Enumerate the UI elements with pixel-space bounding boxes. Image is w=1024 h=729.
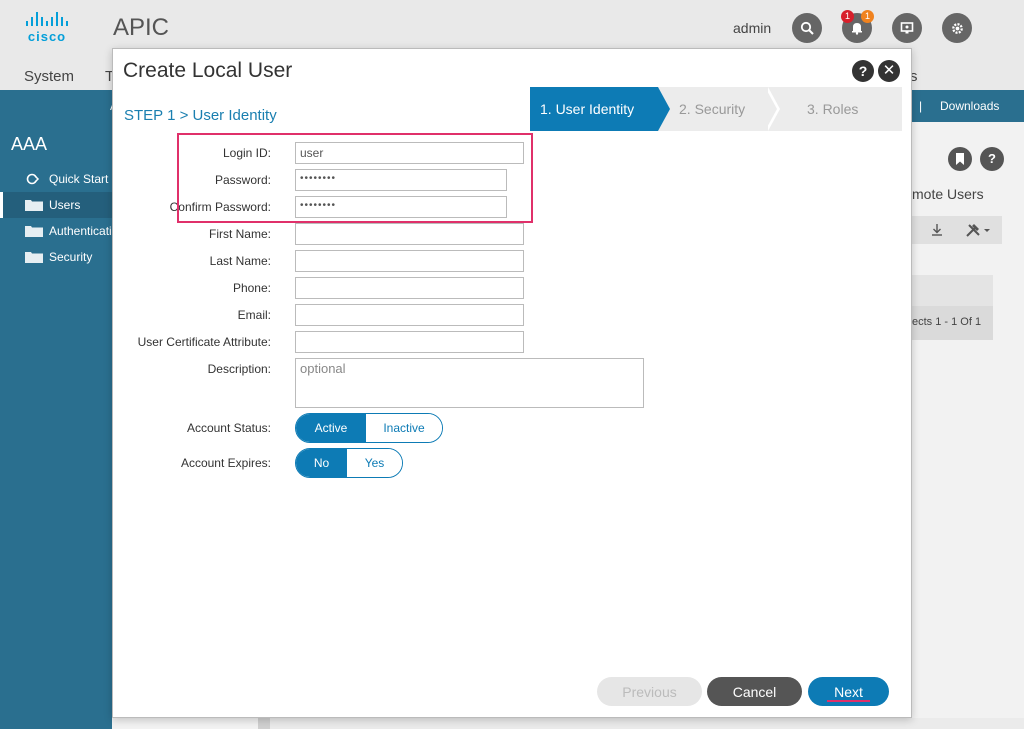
monitor-icon xyxy=(900,22,914,34)
warning-alert-badge: 1 xyxy=(861,10,874,23)
last-name-label: Last Name: xyxy=(209,254,271,268)
first-name-label: First Name: xyxy=(208,227,271,241)
account-expires-no[interactable]: No xyxy=(296,449,347,477)
cancel-button[interactable]: Cancel xyxy=(707,677,802,706)
cisco-logo-bars xyxy=(20,12,74,26)
wizard-step-arrow xyxy=(658,87,670,131)
app-title: APIC xyxy=(113,14,170,41)
email-label: Email: xyxy=(237,308,271,322)
step-label: STEP 1 > User Identity xyxy=(124,107,277,124)
account-expires-row: Account Expires: No Yes xyxy=(113,448,893,478)
previous-button[interactable]: Previous xyxy=(597,677,702,706)
wizard-steps: 1. User Identity 2. Security 3. Roles xyxy=(530,87,902,131)
sidebar-item-label: Security xyxy=(49,250,93,264)
tools-icon[interactable] xyxy=(965,222,991,238)
first-name-input[interactable] xyxy=(295,223,524,245)
cisco-logo-text: cisco xyxy=(27,29,67,44)
account-status-inactive[interactable]: Inactive xyxy=(366,414,442,442)
quickstart-icon xyxy=(26,173,40,185)
sidebar-item-security[interactable]: Security xyxy=(0,244,112,270)
critical-alert-badge: 1 xyxy=(841,10,854,23)
background-help-button[interactable]: ? xyxy=(980,147,1004,171)
description-input[interactable]: optional xyxy=(295,358,644,408)
cert-attr-row: User Certificate Attribute: xyxy=(113,331,893,355)
cisco-logo[interactable]: cisco xyxy=(20,12,74,44)
sidebar-item-quick-start[interactable]: Quick Start xyxy=(0,166,112,192)
nav-system[interactable]: System xyxy=(24,68,74,85)
background-panel-title: mote Users xyxy=(912,186,984,202)
credentials-highlight xyxy=(177,133,533,223)
phone-row: Phone: xyxy=(113,277,893,301)
account-expires-yes[interactable]: Yes xyxy=(347,449,402,477)
phone-input[interactable] xyxy=(295,277,524,299)
sub-nav-separator: | xyxy=(919,99,923,113)
wizard-step-roles[interactable]: 3. Roles xyxy=(807,87,858,131)
folder-icon xyxy=(25,252,43,263)
sidebar-item-users[interactable]: Users xyxy=(0,192,112,218)
background-table-header xyxy=(912,275,993,306)
folder-icon xyxy=(25,226,43,237)
wizard-step-user-identity[interactable]: 1. User Identity xyxy=(530,87,658,131)
bookmark-icon xyxy=(956,153,964,165)
background-table-row: ects 1 - 1 Of 1 xyxy=(912,306,993,340)
description-label: Description: xyxy=(207,362,271,376)
search-icon xyxy=(800,21,814,35)
sidebar-item-authentication[interactable]: Authenticati xyxy=(0,218,112,244)
phone-label: Phone: xyxy=(232,281,271,295)
account-status-label: Account Status: xyxy=(186,421,271,435)
screen-button[interactable] xyxy=(892,13,922,43)
gear-icon xyxy=(951,22,963,34)
last-name-input[interactable] xyxy=(295,250,524,272)
first-name-row: First Name: xyxy=(113,223,893,247)
cert-attr-input[interactable] xyxy=(295,331,524,353)
next-button-highlight xyxy=(827,700,870,702)
settings-button[interactable] xyxy=(942,13,972,43)
bell-icon xyxy=(852,23,862,35)
wizard-step-divider-inner xyxy=(765,87,777,131)
sidebar-item-label: Authenticati xyxy=(49,224,112,238)
folder-icon xyxy=(25,200,43,211)
cert-attr-label: User Certificate Attribute: xyxy=(137,335,271,349)
sidebar-title: AAA xyxy=(11,134,48,154)
description-row: Description: optional xyxy=(113,358,893,408)
email-input[interactable] xyxy=(295,304,524,326)
create-local-user-dialog: Create Local User ? ✕ STEP 1 > User Iden… xyxy=(112,48,912,718)
download-icon[interactable] xyxy=(931,223,943,237)
dialog-title: Create Local User xyxy=(123,59,293,82)
wizard-step-security[interactable]: 2. Security xyxy=(679,87,745,131)
downloads-link[interactable]: Downloads xyxy=(940,99,999,113)
user-menu[interactable]: admin xyxy=(733,20,771,36)
account-status-toggle: Active Inactive xyxy=(295,413,443,443)
dialog-help-button[interactable]: ? xyxy=(852,60,874,82)
account-expires-label: Account Expires: xyxy=(180,456,271,470)
bookmark-button[interactable] xyxy=(948,147,972,171)
last-name-row: Last Name: xyxy=(113,250,893,274)
background-footer-inner xyxy=(270,718,1024,729)
background-toolbar xyxy=(912,216,1002,244)
account-expires-toggle: No Yes xyxy=(295,448,403,478)
dialog-close-button[interactable]: ✕ xyxy=(878,60,900,82)
email-row: Email: xyxy=(113,304,893,328)
account-status-row: Account Status: Active Inactive xyxy=(113,413,893,443)
account-status-active[interactable]: Active xyxy=(296,414,366,442)
search-button[interactable] xyxy=(792,13,822,43)
sidebar-item-label: Quick Start xyxy=(49,172,109,186)
sidebar: AAA Quick Start Users Authenticati Secur… xyxy=(0,122,112,729)
alerts-button[interactable]: 1 1 xyxy=(841,10,874,43)
sidebar-item-label: Users xyxy=(49,198,81,212)
